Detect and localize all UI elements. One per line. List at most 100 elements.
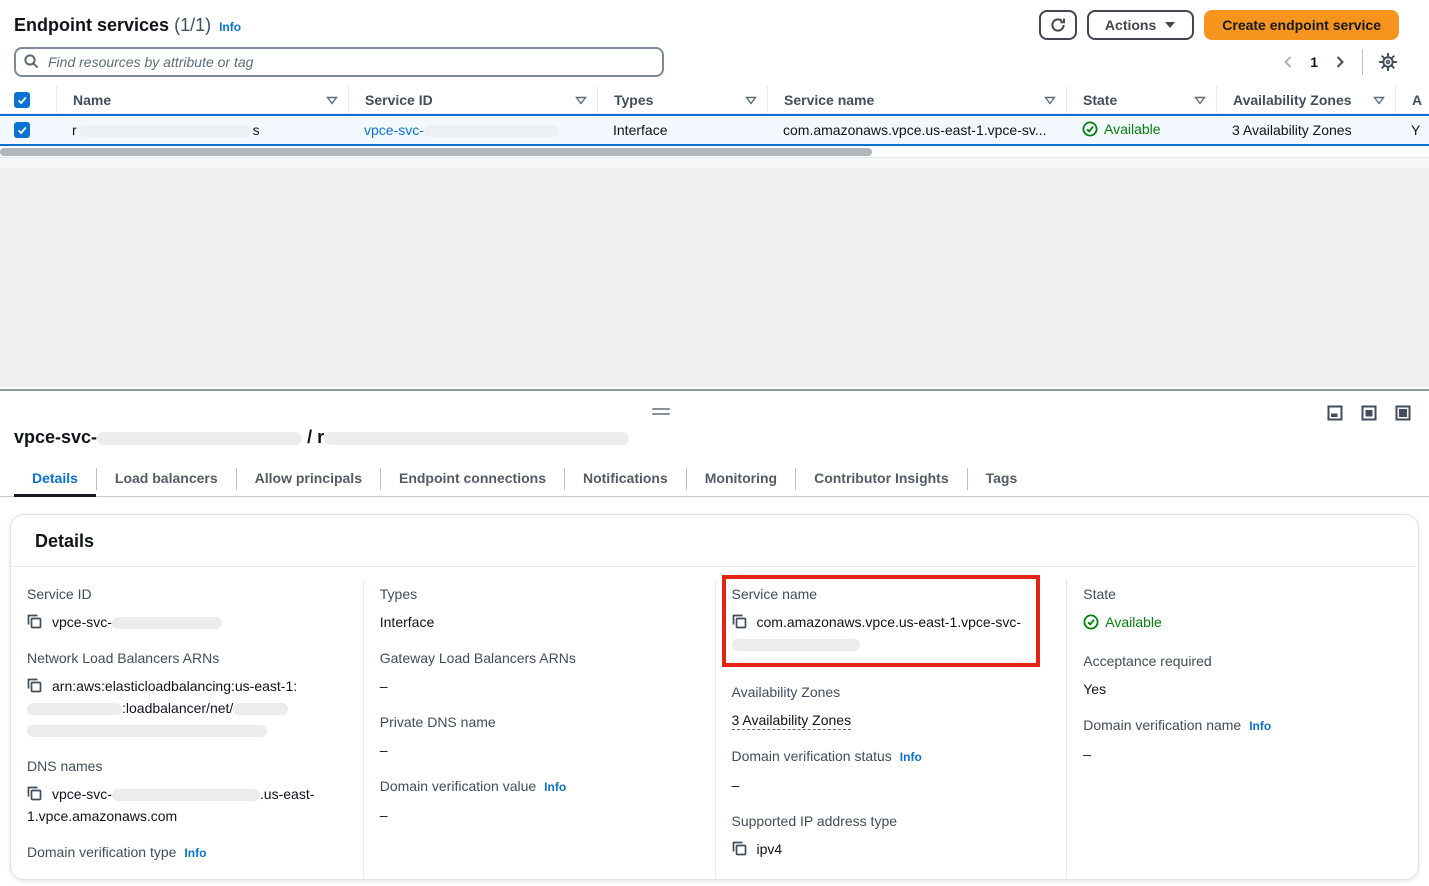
search-icon xyxy=(23,53,40,70)
redacted-text xyxy=(424,125,559,137)
tab-monitoring[interactable]: Monitoring xyxy=(687,470,795,496)
page-title: Endpoint services (1/1) xyxy=(14,15,211,36)
panel-position-side-icon[interactable] xyxy=(1361,405,1377,421)
cell-types: Interface xyxy=(597,122,767,138)
redacted-text xyxy=(27,725,267,737)
panel-position-bottom-icon[interactable] xyxy=(1327,405,1343,421)
next-page-button[interactable] xyxy=(1332,52,1348,72)
red-annotation-box: Service name com.amazonaws.vpce.us-east-… xyxy=(722,575,1041,667)
content-background xyxy=(0,168,1429,387)
tab-tags[interactable]: Tags xyxy=(968,470,1036,496)
copy-icon[interactable] xyxy=(27,678,42,693)
horizontal-scrollbar-thumb[interactable] xyxy=(0,148,872,156)
redacted-text xyxy=(79,125,251,137)
panel-position-full-icon[interactable] xyxy=(1395,405,1411,421)
table-row[interactable]: rs vpce-svc- Interface com.amazonaws.vpc… xyxy=(0,114,1429,146)
copy-icon[interactable] xyxy=(732,841,747,856)
split-panel: vpce-svc- / r Details Load balancers All… xyxy=(0,389,1429,886)
field-types: Types Interface xyxy=(380,583,699,633)
availability-zones-link[interactable]: 3 Availability Zones xyxy=(1232,122,1352,138)
field-private-dns-name: Private DNS name – xyxy=(380,711,699,761)
select-all-checkbox[interactable] xyxy=(14,92,30,108)
panel-title: vpce-svc- / r xyxy=(14,427,629,448)
tab-contributor-insights[interactable]: Contributor Insights xyxy=(796,470,967,496)
check-circle-icon xyxy=(1083,614,1099,630)
tab-endpoint-connections[interactable]: Endpoint connections xyxy=(381,470,564,496)
details-column-4: State Available Acceptance required Yes … xyxy=(1066,579,1418,880)
endpoint-services-table: Name Service ID Types Service name State… xyxy=(0,86,1429,158)
cell-state: Available xyxy=(1066,121,1216,140)
tab-allow-principals[interactable]: Allow principals xyxy=(237,470,380,496)
column-header-state[interactable]: State xyxy=(1066,86,1216,114)
field-supported-ip-address-type: Supported IP address type ipv4 xyxy=(732,810,1051,860)
sort-icon xyxy=(326,96,338,105)
cell-name: rs xyxy=(56,122,348,138)
redacted-text xyxy=(112,617,222,629)
column-header-name[interactable]: Name xyxy=(56,86,348,114)
details-column-2: Types Interface Gateway Load Balancers A… xyxy=(363,579,715,880)
page-number[interactable]: 1 xyxy=(1306,54,1322,70)
field-domain-verification-status: Domain verification statusInfo – xyxy=(732,745,1051,796)
details-column-1: Service ID vpce-svc- Network Load Balanc… xyxy=(11,579,363,880)
column-header-availability-zones[interactable]: Availability Zones xyxy=(1216,86,1395,114)
previous-page-button[interactable] xyxy=(1280,52,1296,72)
info-link[interactable]: Info xyxy=(900,750,922,764)
details-card: Details Service ID vpce-svc- Network Loa… xyxy=(10,514,1419,880)
tab-load-balancers[interactable]: Load balancers xyxy=(97,470,236,496)
table-toolbar: 1 xyxy=(0,40,1429,78)
redacted-text xyxy=(324,432,629,445)
redacted-text xyxy=(112,789,260,801)
field-domain-verification-type: Domain verification typeInfo – xyxy=(27,841,347,880)
field-acceptance-required: Acceptance required Yes xyxy=(1083,650,1402,700)
column-header-service-name[interactable]: Service name xyxy=(767,86,1066,114)
resource-count: (1/1) xyxy=(174,15,211,35)
split-panel-drag-handle[interactable] xyxy=(652,408,670,418)
header-info-link[interactable]: Info xyxy=(219,20,241,34)
column-header-types[interactable]: Types xyxy=(597,86,767,114)
details-column-3: Service name com.amazonaws.vpce.us-east-… xyxy=(715,579,1067,880)
row-checkbox[interactable] xyxy=(14,122,30,138)
sort-icon xyxy=(1373,96,1385,105)
column-header-service-id[interactable]: Service ID xyxy=(348,86,597,114)
actions-button[interactable]: Actions xyxy=(1087,10,1194,40)
redacted-text xyxy=(27,703,122,715)
sort-icon xyxy=(1044,96,1056,105)
field-domain-verification-name: Domain verification nameInfo – xyxy=(1083,714,1402,765)
preferences-gear-button[interactable] xyxy=(1377,51,1399,73)
table-header-row: Name Service ID Types Service name State… xyxy=(0,86,1429,114)
refresh-icon xyxy=(1050,17,1066,33)
caret-down-icon xyxy=(1164,21,1176,29)
info-link[interactable]: Info xyxy=(544,780,566,794)
search-input[interactable] xyxy=(14,47,664,77)
info-link[interactable]: Info xyxy=(1249,719,1271,733)
select-all-cell xyxy=(0,86,56,114)
details-card-title: Details xyxy=(11,515,1418,567)
gear-icon xyxy=(1379,53,1397,71)
sort-icon xyxy=(1194,96,1206,105)
redacted-text xyxy=(97,432,302,445)
cell-service-name: com.amazonaws.vpce.us-east-1.vpce-sv... xyxy=(767,122,1066,138)
column-header-acceptance[interactable]: A xyxy=(1395,86,1429,114)
sort-icon xyxy=(575,96,587,105)
spacer xyxy=(0,158,1429,168)
availability-zones-link[interactable]: 3 Availability Zones xyxy=(732,712,852,730)
create-endpoint-service-button[interactable]: Create endpoint service xyxy=(1204,10,1399,40)
copy-icon[interactable] xyxy=(27,786,42,801)
panel-tabs: Details Load balancers Allow principals … xyxy=(0,463,1429,497)
cell-acceptance: Y xyxy=(1395,122,1429,138)
refresh-button[interactable] xyxy=(1039,10,1077,40)
copy-icon[interactable] xyxy=(27,614,42,629)
tab-notifications[interactable]: Notifications xyxy=(565,470,686,496)
service-id-link[interactable]: vpce-svc- xyxy=(364,122,559,138)
redacted-text xyxy=(233,703,288,715)
info-link[interactable]: Info xyxy=(184,846,206,860)
endpoint-services-page: Endpoint services (1/1) Info Actions Cre… xyxy=(0,0,1429,886)
copy-icon[interactable] xyxy=(732,614,747,629)
toolbar-divider xyxy=(1362,49,1363,75)
field-gwlb-arns: Gateway Load Balancers ARNs – xyxy=(380,647,699,697)
field-service-id: Service ID vpce-svc- xyxy=(27,583,347,633)
horizontal-scrollbar xyxy=(0,146,1429,158)
tab-details[interactable]: Details xyxy=(14,470,96,496)
search-box xyxy=(14,47,664,77)
check-circle-icon xyxy=(1082,121,1098,137)
